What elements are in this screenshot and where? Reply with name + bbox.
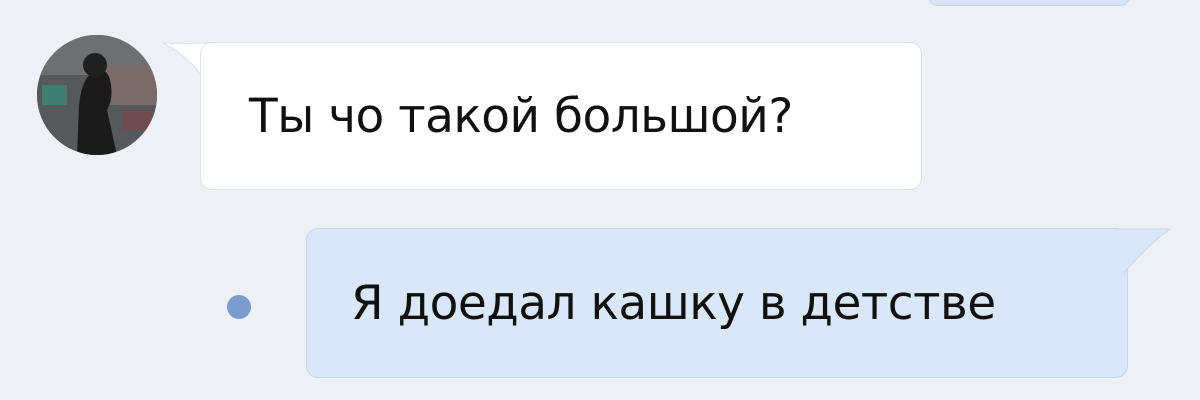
avatar[interactable] bbox=[37, 35, 157, 155]
incoming-message-bubble[interactable]: Ты чо такой большой? bbox=[200, 42, 922, 190]
previous-message-bubble[interactable] bbox=[928, 0, 1130, 6]
unread-indicator bbox=[227, 295, 251, 319]
outgoing-message-text: Я доедал кашку в детстве bbox=[351, 275, 996, 331]
outgoing-message-bubble[interactable]: Я доедал кашку в детстве bbox=[306, 228, 1128, 378]
avatar-photo bbox=[37, 35, 157, 155]
outgoing-bubble-tail bbox=[1116, 228, 1172, 282]
chat-history: Ты чо такой большой? Я доедал кашку в де… bbox=[0, 0, 1200, 400]
incoming-message-text: Ты чо такой большой? bbox=[249, 88, 793, 144]
